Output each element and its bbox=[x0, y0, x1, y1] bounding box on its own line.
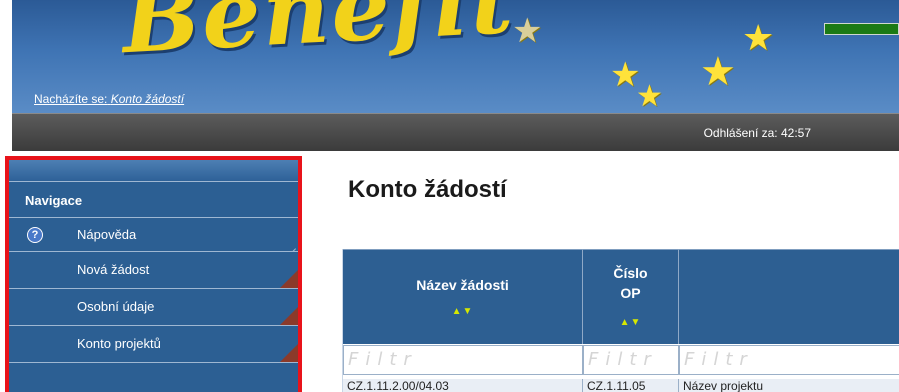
sidebar-item-label: Nápověda bbox=[77, 227, 137, 242]
filter-input-name[interactable]: Filtr bbox=[343, 345, 583, 375]
sort-arrows-icon[interactable]: ▲▼ bbox=[343, 306, 582, 317]
star-icon: ★ bbox=[742, 17, 775, 58]
breadcrumb-current[interactable]: Konto žádostí bbox=[111, 92, 184, 106]
corner-marker bbox=[280, 270, 298, 288]
corner-marker bbox=[280, 344, 298, 362]
header-banner: Benefit ★ ★ ★ ★ ★ Nacházíte se: Konto žá… bbox=[12, 0, 899, 113]
column-title: Název žádosti bbox=[416, 277, 509, 293]
sidebar-item-label: Nová žádost bbox=[77, 262, 150, 277]
filter-input-extra[interactable]: Filtr bbox=[679, 345, 899, 375]
sidebar-navigation: Navigace ? Nápověda Nová žádost Osobní ú… bbox=[5, 156, 302, 392]
sidebar-item-new-application[interactable]: Nová žádost bbox=[9, 252, 298, 289]
applications-table: Název žádosti ▲▼ Číslo OP ▲▼ Filtr Filtr… bbox=[342, 249, 899, 392]
sidebar-item-help[interactable]: ? Nápověda bbox=[9, 218, 298, 252]
star-icon: ★ bbox=[636, 80, 663, 113]
sidebar-top-strip bbox=[9, 160, 298, 182]
table-cell[interactable]: CZ.1.11.2.00/04.03 bbox=[343, 379, 583, 392]
breadcrumb: Nacházíte se: Konto žádostí bbox=[34, 92, 184, 106]
sort-arrows-icon[interactable]: ▲▼ bbox=[583, 317, 678, 328]
star-icon: ★ bbox=[512, 12, 543, 50]
page-title: Konto žádostí bbox=[348, 176, 507, 203]
status-bar: Odhlášení za: 42:57 bbox=[12, 113, 899, 151]
column-header-name[interactable]: Název žádosti ▲▼ bbox=[343, 249, 583, 344]
session-progress-bar bbox=[824, 23, 899, 35]
column-title: Číslo OP bbox=[613, 265, 648, 301]
table-cell[interactable]: Název projektu bbox=[679, 379, 899, 392]
breadcrumb-label: Nacházíte se: bbox=[34, 92, 108, 106]
logout-time: 42:57 bbox=[780, 126, 811, 140]
column-header-op-number[interactable]: Číslo OP ▲▼ bbox=[583, 249, 679, 344]
table-cell[interactable]: CZ.1.11.05 bbox=[583, 379, 679, 392]
sidebar-header: Navigace bbox=[9, 182, 298, 218]
logout-label: Odhlášení za: bbox=[703, 126, 778, 140]
filter-input-op-number[interactable]: Filtr bbox=[583, 345, 679, 375]
benefit-logo: Benefit bbox=[119, 0, 518, 75]
star-icon: ★ bbox=[700, 50, 736, 94]
sidebar-item-personal-data[interactable]: Osobní údaje bbox=[9, 289, 298, 326]
logout-countdown: Odhlášení za: 42:57 bbox=[704, 126, 811, 140]
help-icon: ? bbox=[27, 227, 43, 243]
column-header-extra bbox=[679, 249, 899, 344]
sidebar-item-project-account[interactable]: Konto projektů bbox=[9, 326, 298, 363]
sidebar-item-label: Osobní údaje bbox=[77, 299, 155, 314]
sidebar-item-label: Konto projektů bbox=[77, 336, 161, 351]
corner-marker bbox=[280, 307, 298, 325]
